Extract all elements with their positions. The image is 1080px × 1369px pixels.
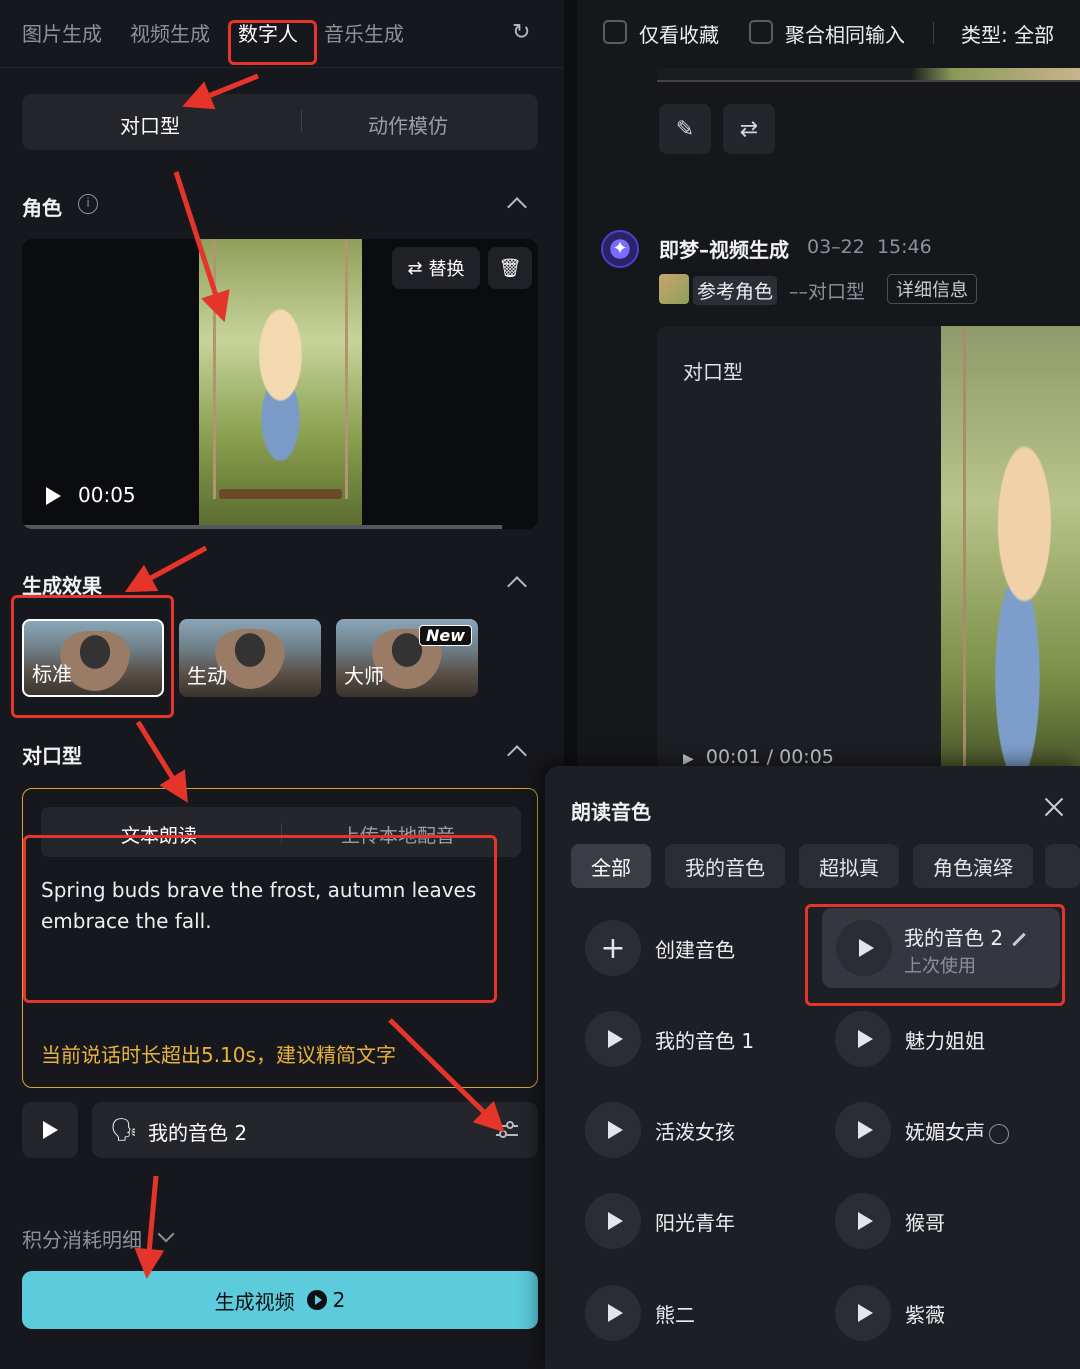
voice-item[interactable]: 妩媚女声 xyxy=(835,1096,1035,1164)
play-icon xyxy=(607,1212,623,1230)
chevron-down-icon[interactable] xyxy=(157,1225,175,1243)
voice-selector[interactable]: 🗣 我的音色 2 xyxy=(92,1102,538,1158)
credit-coin-icon xyxy=(306,1290,327,1310)
refresh-icon[interactable]: ↻ xyxy=(512,20,540,48)
lipsync-section-title: 对口型 xyxy=(22,744,82,768)
play-icon xyxy=(607,1304,623,1322)
create-voice-button[interactable]: + 创建音色 xyxy=(585,914,785,982)
trash-icon: 🗑 xyxy=(498,257,522,279)
voice-tab-realistic[interactable]: 超拟真 xyxy=(799,844,899,888)
play-icon xyxy=(607,1030,623,1048)
effect-master[interactable]: New 大师 xyxy=(336,619,478,697)
tab-video-gen[interactable]: 视频生成 xyxy=(130,18,210,47)
speaker-icon: 🗣 xyxy=(110,1118,138,1143)
voice-tab-character[interactable]: 角色演绎 xyxy=(913,844,1033,888)
tab-music-gen[interactable]: 音乐生成 xyxy=(324,18,404,47)
voice-tab-more[interactable] xyxy=(1045,844,1080,888)
merge-label: 聚合相同输入 xyxy=(785,23,905,47)
voice-item[interactable]: 熊二 xyxy=(585,1279,785,1347)
previous-video-thumbnail[interactable] xyxy=(657,68,1080,82)
voice-item[interactable]: 活泼女孩 xyxy=(585,1096,785,1164)
generate-video-button[interactable]: 生成视频 2 xyxy=(22,1271,538,1329)
voice-item[interactable]: 阳光青年 xyxy=(585,1187,785,1255)
collapse-lipsync-icon[interactable] xyxy=(507,745,527,765)
role-preview[interactable]: ⇄ 替换 🗑 00:05 xyxy=(22,239,538,529)
reference-avatar xyxy=(659,274,689,304)
annotation-box xyxy=(228,20,317,65)
app-logo-icon: ✦ xyxy=(601,230,639,268)
record-timestamp: 03–22 15:46 xyxy=(807,236,932,258)
divider xyxy=(301,110,302,132)
credits-detail-link[interactable]: 积分消耗明细 xyxy=(22,1224,142,1253)
settings-sliders-icon[interactable] xyxy=(496,1119,518,1141)
filter-bar: 仅看收藏 聚合相同输入 类型: 全部 xyxy=(577,0,1080,68)
mode-segment: 对口型 动作模仿 xyxy=(22,94,538,150)
play-icon xyxy=(857,1030,873,1048)
play-icon xyxy=(857,1212,873,1230)
play-icon[interactable] xyxy=(46,487,61,505)
mode-lipsync[interactable]: 对口型 xyxy=(120,110,180,139)
reference-type: ––对口型 xyxy=(789,281,866,303)
close-icon[interactable] xyxy=(1043,796,1065,818)
video-type-label: 对口型 xyxy=(683,360,743,384)
new-badge: New xyxy=(418,625,472,646)
edit-icon[interactable]: ✎ xyxy=(659,104,711,154)
swap-icon: ⇄ xyxy=(407,257,423,279)
play-icon xyxy=(857,1304,873,1322)
voice-modal-title: 朗读音色 xyxy=(571,800,651,824)
regenerate-icon[interactable]: ⇄ xyxy=(723,104,775,154)
merge-checkbox[interactable] xyxy=(749,20,773,44)
play-icon xyxy=(607,1121,623,1139)
annotation-box xyxy=(805,904,1065,1006)
voice-item[interactable]: 魅力姐姐 xyxy=(835,1005,1035,1073)
info-icon[interactable]: i xyxy=(78,194,98,214)
video-frame xyxy=(941,326,1080,766)
favorites-checkbox[interactable] xyxy=(603,20,627,44)
effect-vivid[interactable]: 生动 xyxy=(179,619,321,697)
role-image xyxy=(199,239,362,529)
record-app-name: 即梦–视频生成 xyxy=(659,238,789,262)
play-icon xyxy=(857,1121,873,1139)
reference-role-tag: 参考角色 xyxy=(693,276,778,305)
emotion-icon xyxy=(989,1123,1009,1144)
plus-icon: + xyxy=(600,930,626,966)
mode-motion-imitation[interactable]: 动作模仿 xyxy=(368,110,448,139)
result-video[interactable]: 对口型 ▶ 00:01 / 00:05 xyxy=(657,326,1080,766)
annotation-box xyxy=(23,835,497,1003)
video-time: ▶ 00:01 / 00:05 xyxy=(683,746,834,766)
voice-tab-all[interactable]: 全部 xyxy=(571,844,651,888)
voice-tab-mine[interactable]: 我的音色 xyxy=(665,844,785,888)
replace-button[interactable]: ⇄ 替换 xyxy=(392,247,480,289)
detail-info-button[interactable]: 详细信息 xyxy=(887,274,977,304)
type-filter-dropdown[interactable]: 类型: 全部 xyxy=(961,19,1054,48)
duration-warning: 当前说话时长超出5.10s，建议精简文字 xyxy=(41,1043,396,1067)
play-icon xyxy=(42,1121,58,1139)
role-section-title: 角色 xyxy=(22,196,62,220)
annotation-box xyxy=(11,595,174,718)
voice-preview-button[interactable] xyxy=(22,1102,78,1158)
voice-item[interactable]: 紫薇 xyxy=(835,1279,1035,1347)
role-progress[interactable] xyxy=(22,525,502,529)
voice-item[interactable]: 猴哥 xyxy=(835,1187,1035,1255)
delete-button[interactable]: 🗑 xyxy=(488,247,532,289)
role-duration: 00:05 xyxy=(78,483,136,507)
collapse-effects-icon[interactable] xyxy=(507,576,527,596)
voice-modal: 朗读音色 全部 我的音色 超拟真 角色演绎 + 创建音色 我的音色 2 上次使用… xyxy=(545,766,1080,1369)
collapse-role-icon[interactable] xyxy=(507,197,527,217)
favorites-label: 仅看收藏 xyxy=(639,23,719,47)
tab-image-gen[interactable]: 图片生成 xyxy=(22,18,102,47)
voice-item[interactable]: 我的音色 1 xyxy=(585,1005,785,1073)
selected-voice-label: 我的音色 2 xyxy=(148,1121,248,1145)
